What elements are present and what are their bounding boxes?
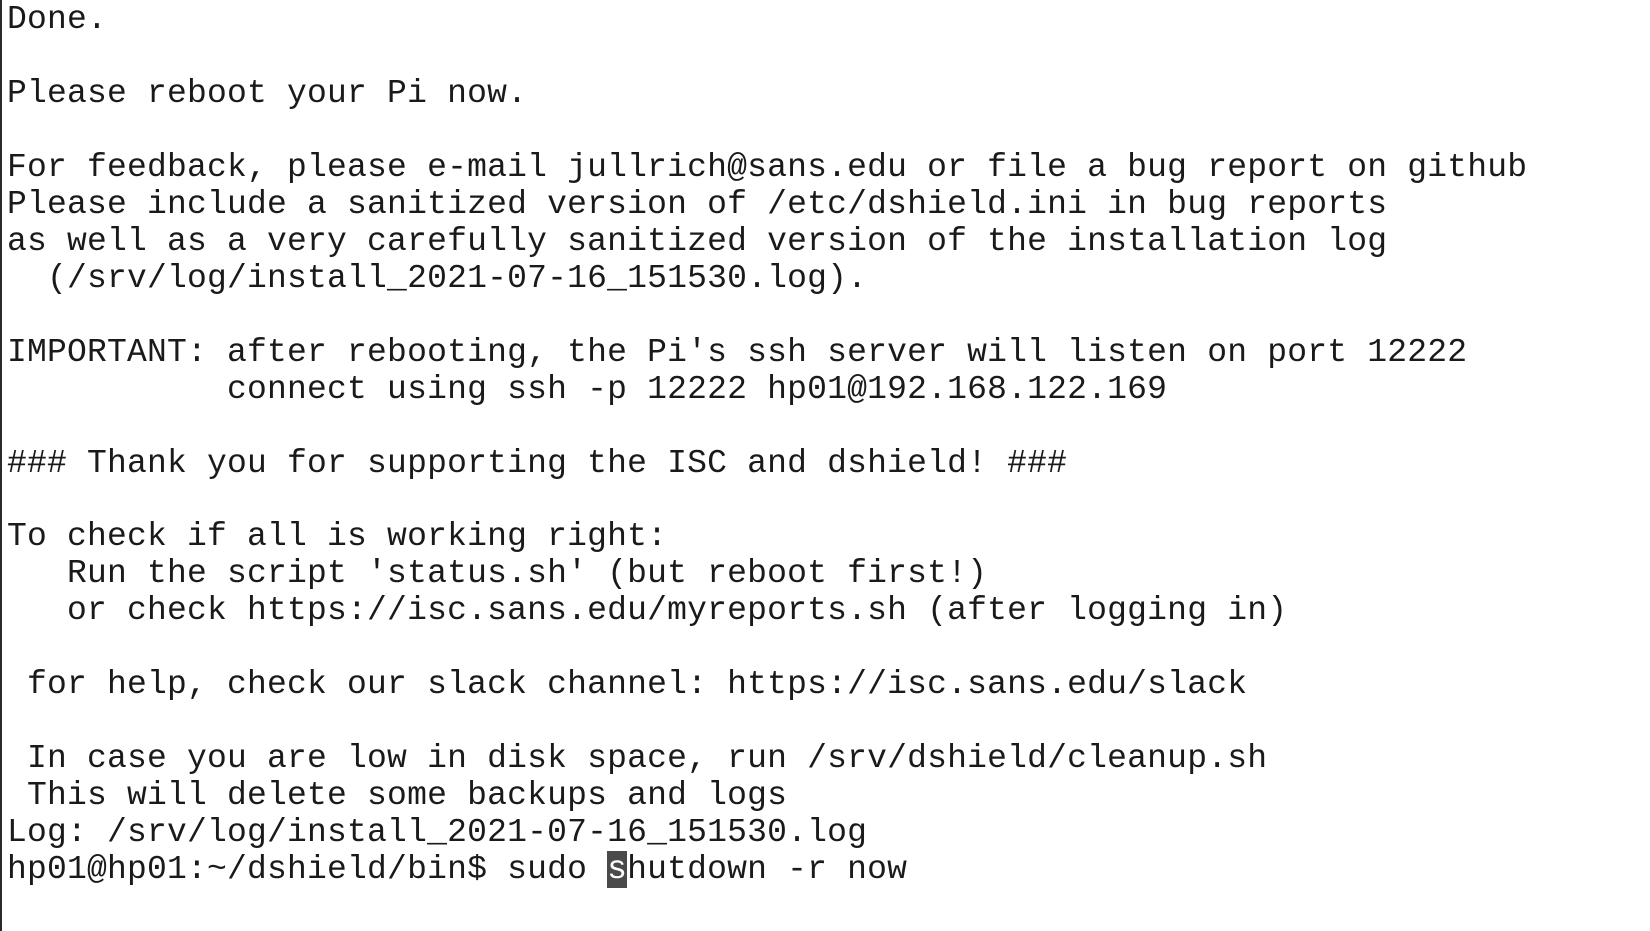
output-line-done: Done. (7, 1, 108, 38)
prompt-text: hp01@hp01:~/dshield/bin$ sudo (7, 851, 608, 888)
output-line-thank-you: ### Thank you for supporting the ISC and… (7, 445, 1068, 482)
output-line-disk-space: In case you are low in disk space, run /… (7, 740, 1268, 777)
terminal-window[interactable]: Done. Please reboot your Pi now. For fee… (0, 0, 1650, 931)
output-line-reboot: Please reboot your Pi now. (7, 75, 528, 112)
output-line-connect: connect using ssh -p 12222 hp01@192.168.… (7, 371, 1168, 408)
output-line-slack: for help, check our slack channel: https… (7, 666, 1248, 703)
output-line-as-well: as well as a very carefully sanitized ve… (7, 223, 1388, 260)
command-text: hutdown -r now (627, 851, 908, 888)
command-prompt-line[interactable]: hp01@hp01:~/dshield/bin$ sudo shutdown -… (7, 851, 908, 888)
output-line-important: IMPORTANT: after rebooting, the Pi's ssh… (7, 334, 1468, 371)
output-line-delete-backups: This will delete some backups and logs (7, 777, 788, 814)
output-line-run-status: Run the script 'status.sh' (but reboot f… (7, 555, 988, 592)
text-cursor: s (607, 851, 628, 888)
output-line-feedback: For feedback, please e-mail jullrich@san… (7, 149, 1528, 186)
output-line-check-reports: or check https://isc.sans.edu/myreports.… (7, 592, 1288, 629)
output-line-include: Please include a sanitized version of /e… (7, 186, 1388, 223)
output-line-log-path: (/srv/log/install_2021-07-16_151530.log)… (7, 260, 868, 297)
output-line-log: Log: /srv/log/install_2021-07-16_151530.… (7, 814, 868, 851)
output-line-check-heading: To check if all is working right: (7, 518, 668, 555)
